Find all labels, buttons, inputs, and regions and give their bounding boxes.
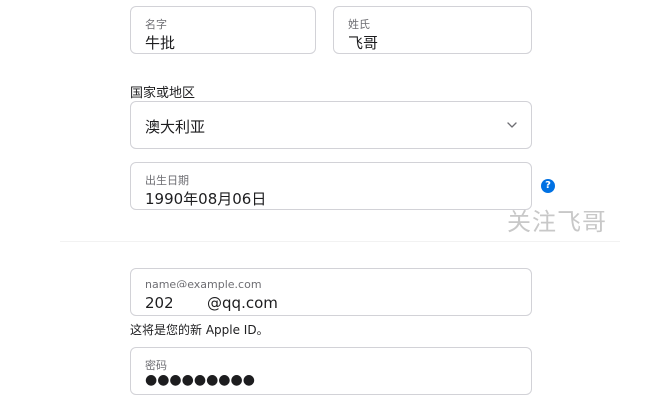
help-icon[interactable]: ? <box>541 179 555 193</box>
last-name-value[interactable]: 飞哥 <box>348 32 378 53</box>
watermark-text: 关注飞哥 <box>507 208 607 236</box>
email-redaction <box>172 288 208 308</box>
first-name-value[interactable]: 牛批 <box>145 32 175 53</box>
last-name-label: 姓氏 <box>348 18 370 31</box>
birthdate-value[interactable]: 1990年08月06日 <box>145 188 266 209</box>
birthdate-field[interactable]: 出生日期 1990年08月06日 <box>130 162 532 210</box>
section-divider <box>60 241 620 242</box>
first-name-label: 名字 <box>145 18 167 31</box>
last-name-field[interactable]: 姓氏 飞哥 <box>333 6 532 54</box>
password-label: 密码 <box>145 359 167 372</box>
birthdate-label: 出生日期 <box>145 174 189 187</box>
apple-id-note: 这将是您的新 Apple ID。 <box>130 323 269 337</box>
password-field[interactable]: 密码 ●●●●●●●●● <box>130 347 532 395</box>
password-value[interactable]: ●●●●●●●●● <box>145 372 255 388</box>
country-select[interactable]: 澳大利亚 <box>130 101 532 149</box>
country-value[interactable]: 澳大利亚 <box>145 116 205 137</box>
email-value[interactable]: 202 811@qq.com <box>145 294 278 312</box>
first-name-field[interactable]: 名字 牛批 <box>130 6 316 54</box>
country-section-label: 国家或地区 <box>130 86 196 101</box>
chevron-down-icon[interactable] <box>507 120 517 130</box>
